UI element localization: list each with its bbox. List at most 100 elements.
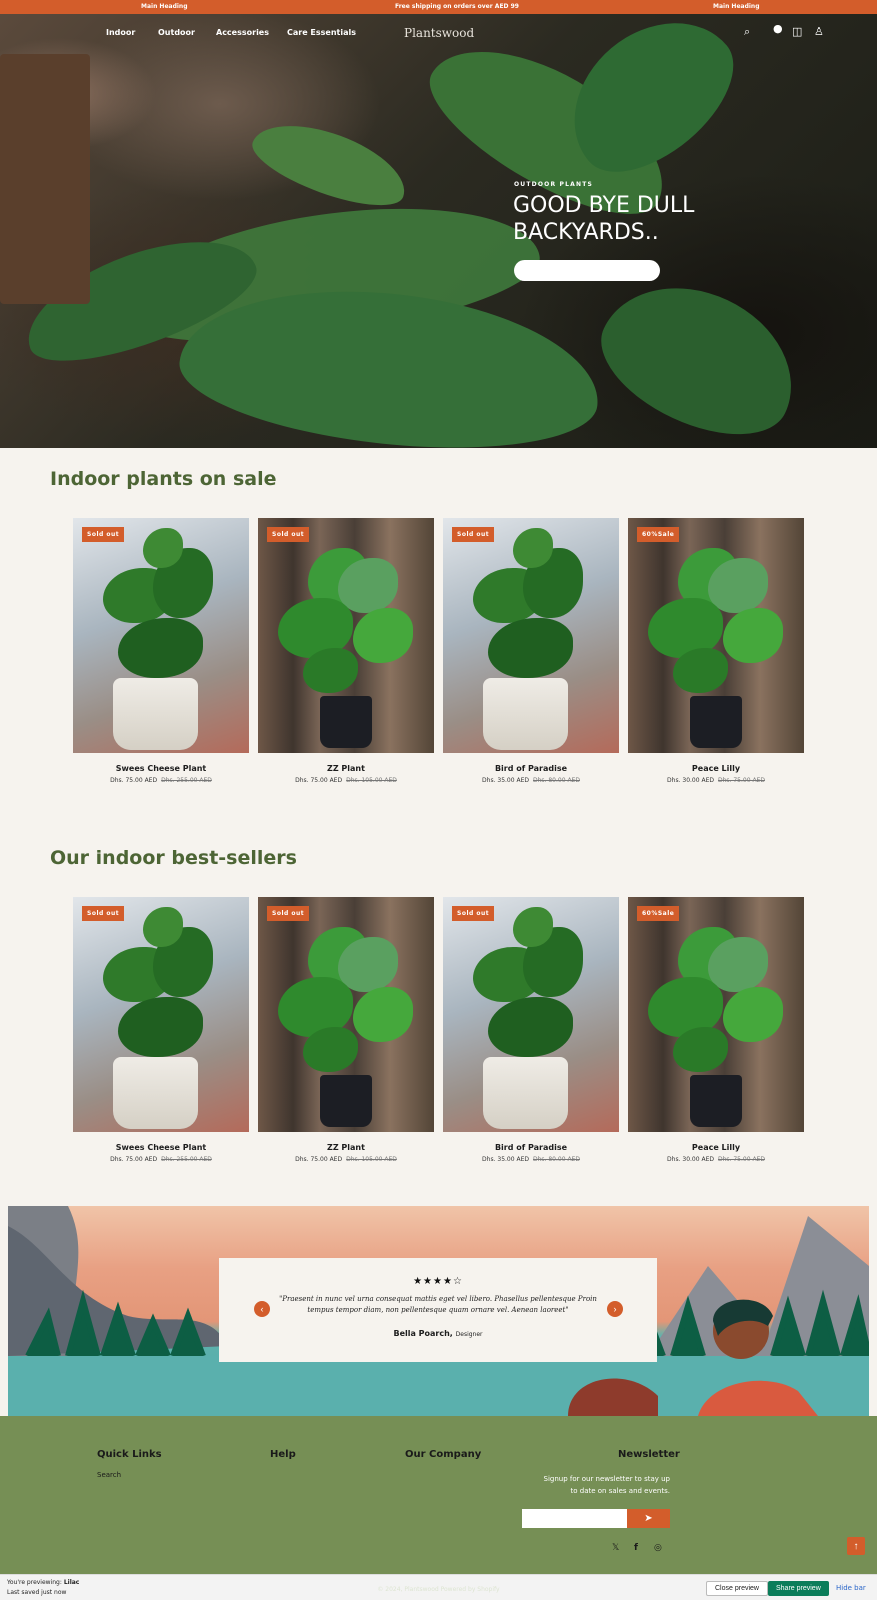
plant-leaf <box>303 1027 358 1072</box>
product-badge: 60%Sale <box>637 527 680 542</box>
compare-price: Dhs. 75.00 AED <box>718 777 765 784</box>
star-rating-icon: ★★★★☆ <box>413 1276 463 1287</box>
sale-price: Dhs. 35.00 AED <box>482 777 529 784</box>
product-name[interactable]: ZZ Plant <box>258 764 434 773</box>
hero-cta-button[interactable] <box>514 260 660 281</box>
footer-link-search[interactable]: Search <box>97 1471 121 1479</box>
footer-heading-help: Help <box>270 1449 296 1460</box>
compare-price: Dhs. 105.00 AED <box>346 1156 397 1163</box>
preview-theme-name: Lilac <box>63 1579 80 1586</box>
product-badge: Sold out <box>267 906 310 921</box>
plant-pot <box>483 1057 568 1129</box>
sale-price: Dhs. 30.00 AED <box>667 1156 714 1163</box>
x-twitter-icon[interactable]: 𝕏 <box>612 1543 619 1553</box>
share-preview-button[interactable]: Share preview <box>768 1581 829 1596</box>
product-image[interactable]: Sold out <box>258 518 434 753</box>
product-badge: Sold out <box>267 527 310 542</box>
compare-price: Dhs. 105.00 AED <box>346 777 397 784</box>
product-price: Dhs. 35.00 AED Dhs. 80.00 AED <box>443 1156 619 1163</box>
user-icon[interactable]: ● <box>773 22 783 35</box>
product-name[interactable]: ZZ Plant <box>258 1143 434 1152</box>
plant-pot <box>113 678 198 750</box>
announcement-center: Free shipping on orders over AED 99 <box>395 3 519 10</box>
product-name[interactable]: Peace Lilly <box>628 764 804 773</box>
section-title-sale: Indoor plants on sale <box>50 468 277 490</box>
nav-outdoor[interactable]: Outdoor <box>158 28 195 37</box>
plant-leaf <box>673 1027 728 1072</box>
account-icon[interactable]: ♙ <box>814 25 824 38</box>
plant-pot <box>483 678 568 750</box>
plant-pot <box>320 1075 372 1127</box>
product-price: Dhs. 75.00 AED Dhs. 255.00 AED <box>73 777 249 784</box>
hide-bar-link[interactable]: Hide bar <box>836 1584 866 1592</box>
close-preview-button[interactable]: Close preview <box>706 1581 768 1596</box>
hero-eyebrow: OUTDOOR PLANTS <box>514 181 594 188</box>
author-role: Designer <box>455 1331 483 1338</box>
newsletter-description: Signup for our newsletter to stay up to … <box>543 1475 671 1495</box>
newsletter-submit-button[interactable]: ➤ <box>627 1509 670 1528</box>
section-title-bestsellers: Our indoor best-sellers <box>50 847 297 869</box>
product-name[interactable]: Bird of Paradise <box>443 1143 619 1152</box>
compare-price: Dhs. 80.00 AED <box>533 777 580 784</box>
hero-leaf <box>581 257 819 448</box>
sale-price: Dhs. 30.00 AED <box>667 777 714 784</box>
search-icon[interactable]: ⌕ <box>744 25 750 39</box>
instagram-icon[interactable]: ◎ <box>654 1543 662 1553</box>
product-image[interactable]: Sold out <box>258 897 434 1132</box>
plant-leaf <box>353 608 413 663</box>
product-name[interactable]: Swees Cheese Plant <box>73 764 249 773</box>
plant-leaf <box>488 997 573 1057</box>
product-price: Dhs. 75.00 AED Dhs. 105.00 AED <box>258 1156 434 1163</box>
product-price: Dhs. 75.00 AED Dhs. 255.00 AED <box>73 1156 249 1163</box>
facebook-icon[interactable]: f <box>634 1543 638 1553</box>
cart-icon[interactable]: ◫ <box>792 25 802 38</box>
hero-door <box>0 54 90 304</box>
plant-leaf <box>488 618 573 678</box>
sale-price: Dhs. 75.00 AED <box>110 777 158 784</box>
back-to-top-button[interactable]: ↑ <box>847 1537 865 1555</box>
sale-price: Dhs. 35.00 AED <box>482 1156 529 1163</box>
plant-leaf <box>353 987 413 1042</box>
newsletter-email-input[interactable] <box>522 1509 627 1528</box>
product-image[interactable]: 60%Sale <box>628 897 804 1132</box>
plant-pot <box>320 696 372 748</box>
product-name[interactable]: Peace Lilly <box>628 1143 804 1152</box>
author-name: Bella Poarch, <box>393 1329 453 1338</box>
plant-leaf <box>118 997 203 1057</box>
product-badge: Sold out <box>452 527 495 542</box>
testimonial-author: Bella Poarch, Designer <box>219 1329 657 1338</box>
product-name[interactable]: Swees Cheese Plant <box>73 1143 249 1152</box>
next-arrow-button[interactable]: › <box>607 1301 623 1317</box>
compare-price: Dhs. 255.00 AED <box>161 1156 212 1163</box>
product-price: Dhs. 35.00 AED Dhs. 80.00 AED <box>443 777 619 784</box>
product-image[interactable]: Sold out <box>443 518 619 753</box>
nav-accessories[interactable]: Accessories <box>216 28 269 37</box>
nav-care-essentials[interactable]: Care Essentials <box>287 28 356 37</box>
plant-leaf <box>708 937 768 992</box>
announcement-right: Main Heading <box>713 3 760 10</box>
site-logo[interactable]: Plantswood <box>404 26 474 40</box>
preview-status: You're previewing: Lilac <box>7 1579 79 1586</box>
plant-pot <box>690 1075 742 1127</box>
product-image[interactable]: 60%Sale <box>628 518 804 753</box>
compare-price: Dhs. 80.00 AED <box>533 1156 580 1163</box>
compare-price: Dhs. 75.00 AED <box>718 1156 765 1163</box>
footer-heading-company: Our Company <box>405 1449 482 1460</box>
compare-price: Dhs. 255.00 AED <box>161 777 212 784</box>
plant-leaf <box>303 648 358 693</box>
product-image[interactable]: Sold out <box>443 897 619 1132</box>
testimonial-card: ★★★★☆ ‹ "Praesent in nunc vel urna conse… <box>219 1258 657 1362</box>
hero-leaf <box>244 108 416 220</box>
product-image[interactable]: Sold out <box>73 518 249 753</box>
sale-price: Dhs. 75.00 AED <box>295 1156 343 1163</box>
product-name[interactable]: Bird of Paradise <box>443 764 619 773</box>
plant-pot <box>113 1057 198 1129</box>
product-price: Dhs. 75.00 AED Dhs. 105.00 AED <box>258 777 434 784</box>
sale-price: Dhs. 75.00 AED <box>110 1156 158 1163</box>
prev-arrow-button[interactable]: ‹ <box>254 1301 270 1317</box>
hero-title: GOOD BYE DULL BACKYARDS.. <box>513 193 695 245</box>
site-footer: Quick Links Search Help Our Company News… <box>0 1416 877 1574</box>
product-image[interactable]: Sold out <box>73 897 249 1132</box>
product-price: Dhs. 30.00 AED Dhs. 75.00 AED <box>628 777 804 784</box>
nav-indoor[interactable]: Indoor <box>106 28 135 37</box>
